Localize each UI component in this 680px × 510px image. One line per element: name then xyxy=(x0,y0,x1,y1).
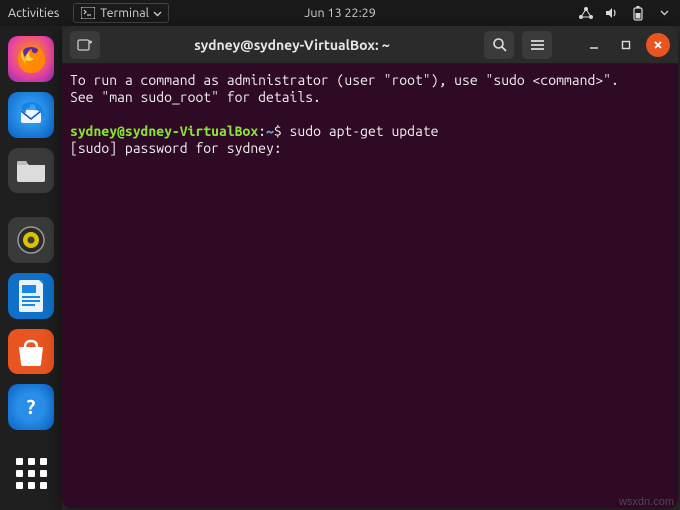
search-button[interactable] xyxy=(484,31,514,59)
firefox-icon xyxy=(12,40,50,78)
chevron-down-icon xyxy=(153,6,162,20)
prompt-sep: : xyxy=(258,123,266,139)
terminal-body[interactable]: To run a command as administrator (user … xyxy=(62,64,678,508)
prompt-path: ~ xyxy=(266,123,274,139)
new-tab-button[interactable] xyxy=(70,31,100,59)
terminal-icon xyxy=(80,5,96,21)
show-applications-button[interactable] xyxy=(8,450,54,496)
speaker-icon xyxy=(14,223,48,257)
thunderbird-icon xyxy=(13,97,49,133)
prompt-userhost: sydney@sydney-VirtualBox xyxy=(70,123,258,139)
help-icon: ? xyxy=(14,390,48,424)
dock: ? xyxy=(0,26,62,510)
app-menu-terminal[interactable]: Terminal xyxy=(73,3,169,23)
svg-text:?: ? xyxy=(27,395,36,418)
minimize-button[interactable] xyxy=(582,33,606,57)
watermark: wsxdn.com xyxy=(619,496,674,508)
close-button[interactable] xyxy=(646,33,670,57)
hamburger-icon xyxy=(530,39,545,51)
command-text: sudo apt-get update xyxy=(290,123,439,139)
minimize-icon xyxy=(589,40,599,50)
activities-button[interactable]: Activities xyxy=(8,6,59,20)
close-icon xyxy=(653,40,663,50)
maximize-icon xyxy=(621,40,631,50)
dock-files[interactable] xyxy=(8,148,54,194)
dock-separator xyxy=(8,203,54,207)
dock-help[interactable]: ? xyxy=(8,384,54,430)
network-icon[interactable] xyxy=(578,5,594,21)
terminal-window: sydney@sydney-VirtualBox: ~ To run a com… xyxy=(62,26,678,508)
dock-rhythmbox[interactable] xyxy=(8,217,54,263)
folder-icon xyxy=(14,155,48,185)
system-menu-chevron-icon[interactable] xyxy=(656,5,672,21)
shopping-bag-icon xyxy=(13,336,49,368)
gnome-topbar: Activities Terminal Jun 13 22:29 xyxy=(0,0,680,26)
search-icon xyxy=(492,37,507,52)
dock-ubuntu-software[interactable] xyxy=(8,329,54,375)
app-menu-label: Terminal xyxy=(100,6,149,20)
output-line-1: [sudo] password for sydney: xyxy=(70,140,282,156)
dock-thunderbird[interactable] xyxy=(8,92,54,138)
dock-libreoffice-writer[interactable] xyxy=(8,273,54,319)
titlebar: sydney@sydney-VirtualBox: ~ xyxy=(62,26,678,64)
motd-line-1: To run a command as administrator (user … xyxy=(70,72,619,88)
new-tab-icon xyxy=(77,38,93,52)
hamburger-menu-button[interactable] xyxy=(522,31,552,59)
volume-icon[interactable] xyxy=(604,5,620,21)
prompt-symbol: $ xyxy=(274,123,282,139)
clock[interactable]: Jun 13 22:29 xyxy=(304,6,376,20)
document-icon xyxy=(15,277,47,315)
maximize-button[interactable] xyxy=(614,33,638,57)
dock-firefox[interactable] xyxy=(8,36,54,82)
battery-icon[interactable] xyxy=(630,5,646,21)
motd-line-2: See "man sudo_root" for details. xyxy=(70,89,321,105)
window-title: sydney@sydney-VirtualBox: ~ xyxy=(108,37,476,53)
